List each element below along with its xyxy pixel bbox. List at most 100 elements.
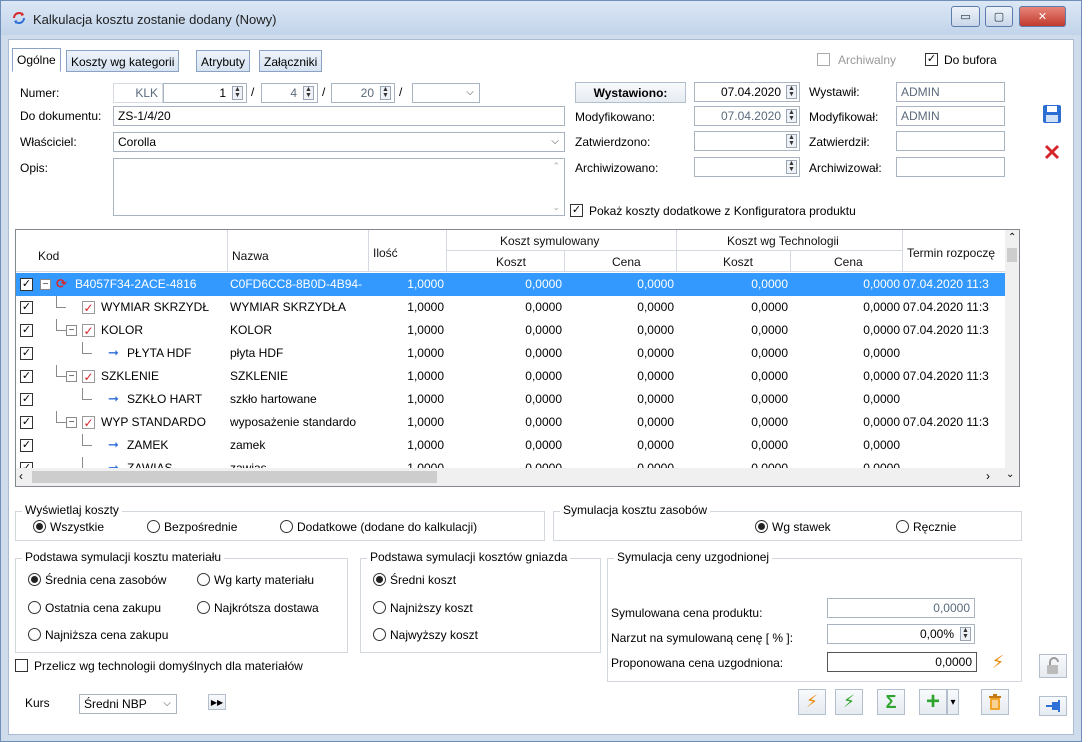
- header-kt-koszt[interactable]: Koszt: [723, 255, 753, 269]
- table-row[interactable]: ✓ ➞ SZKŁO HART szkło hartowane 1,0000 0,0000 0…: [16, 388, 1006, 411]
- tree-expander[interactable]: −: [40, 279, 51, 290]
- najnizsza-cena-zakupu-radio[interactable]: [28, 628, 41, 641]
- sum-button[interactable]: Σ: [877, 689, 905, 715]
- table-row[interactable]: ✓ − ✓ WYP STANDARDO wyposażenie standardo 1,0…: [16, 411, 1006, 434]
- wystawiono-date-field[interactable]: 07.04.2020 ▲ ▼: [694, 82, 800, 102]
- scroll-thumb[interactable]: [1007, 248, 1017, 262]
- kurs-forward-button[interactable]: ▶▶: [208, 694, 226, 710]
- scroll-down-icon[interactable]: ⌄: [552, 202, 560, 213]
- row-checkbox[interactable]: ✓: [20, 416, 33, 429]
- scroll-thumb[interactable]: [32, 471, 437, 483]
- header-ilosc[interactable]: Ilość: [373, 246, 398, 260]
- cancel-button[interactable]: [1039, 140, 1064, 164]
- modyfikowano-date-field[interactable]: 07.04.2020 ▲ ▼: [694, 106, 800, 126]
- header-kt-cena[interactable]: Cena: [834, 255, 863, 269]
- tree-expander[interactable]: −: [66, 325, 77, 336]
- header-ks-cena[interactable]: Cena: [612, 255, 641, 269]
- simulate-button[interactable]: ⚡: [798, 689, 826, 715]
- sredni-koszt-radio[interactable]: [373, 573, 386, 586]
- vertical-scrollbar[interactable]: ⌃: [1005, 230, 1019, 468]
- header-termin[interactable]: Termin rozpoczę: [907, 246, 995, 260]
- row-checkbox[interactable]: ✓: [20, 301, 33, 314]
- ostatnia-cena-zakupu-radio[interactable]: [28, 601, 41, 614]
- tree-expander[interactable]: −: [66, 417, 77, 428]
- table-row[interactable]: ✓ ➞ PŁYTA HDF płyta HDF 1,0000 0,0000 0,0000 0,…: [16, 342, 1006, 365]
- numer-suffix-select[interactable]: ⌵: [412, 83, 480, 103]
- maximize-button[interactable]: ▢: [985, 6, 1013, 27]
- delete-button[interactable]: [981, 689, 1009, 715]
- table-row[interactable]: ✓ ➞ ZAMEK zamek 1,0000 0,0000 0,0000 0,0000 0,00…: [16, 434, 1006, 457]
- header-koszt-symulowany[interactable]: Koszt symulowany: [500, 234, 599, 248]
- archiwalny-checkbox[interactable]: [817, 53, 830, 66]
- table-row[interactable]: ✓ − ✓ KOLOR KOLOR 1,0000 0,0000 0,0000 0,0000 0,0…: [16, 319, 1006, 342]
- calculate-price-button[interactable]: ⚡: [984, 649, 1012, 675]
- minimize-button[interactable]: ▭: [951, 6, 980, 27]
- numer-year-spinner[interactable]: ▲ ▼: [380, 86, 391, 100]
- pokaz-koszty-checkbox[interactable]: ✓: [570, 204, 583, 217]
- numer-month-spinner[interactable]: ▲ ▼: [303, 86, 314, 100]
- tab-ogolne[interactable]: Ogólne: [12, 48, 61, 72]
- row-checkbox[interactable]: ✓: [20, 347, 33, 360]
- wyswietlaj-wszystkie-radio[interactable]: [33, 520, 46, 533]
- add-button[interactable]: +: [919, 689, 947, 715]
- najnizszy-koszt-radio[interactable]: [373, 601, 386, 614]
- wg-stawek-radio[interactable]: [755, 520, 768, 533]
- do-bufora-checkbox[interactable]: ✓: [925, 53, 938, 66]
- horizontal-scrollbar[interactable]: ‹ › ⌄: [16, 468, 1019, 486]
- do-dokumentu-field[interactable]: ZS-1/4/20: [113, 106, 565, 126]
- numer-no-spinner[interactable]: ▲ ▼: [232, 86, 243, 100]
- opis-textarea[interactable]: ⌃ ⌄: [113, 158, 565, 216]
- przelicz-checkbox[interactable]: [15, 659, 28, 672]
- table-row[interactable]: ✓ − ✓ SZKLENIE SZKLENIE 1,0000 0,0000 0,0000 0,0…: [16, 365, 1006, 388]
- wlasciciel-select[interactable]: Corolla ⌵: [113, 132, 565, 152]
- save-button[interactable]: [1039, 102, 1064, 126]
- tab-zalaczniki[interactable]: Załączniki: [259, 50, 323, 72]
- scroll-right-icon[interactable]: ›: [986, 469, 990, 483]
- row-checkbox[interactable]: ✓: [20, 324, 33, 337]
- header-kod[interactable]: Kod: [38, 249, 59, 263]
- numer-no-field[interactable]: 1 ▲ ▼: [163, 83, 247, 103]
- tree-expander[interactable]: −: [66, 371, 77, 382]
- table-row[interactable]: ✓ − ⟳ B4057F34-2ACE-4816 C0FD6CC8-8B0D-4B94-…: [16, 273, 1006, 296]
- pin-button[interactable]: [1039, 696, 1067, 716]
- zatwierdzono-spinner[interactable]: ▲ ▼: [786, 134, 797, 148]
- scroll-up-icon[interactable]: ⌃: [552, 161, 560, 172]
- wystawiono-button[interactable]: Wystawiono:: [575, 82, 686, 103]
- najwyzszy-koszt-radio[interactable]: [373, 628, 386, 641]
- numer-month-field[interactable]: 4 ▲ ▼: [261, 83, 318, 103]
- header-koszt-wg-technologii[interactable]: Koszt wg Technologii: [727, 234, 839, 248]
- numer-prefix-field[interactable]: KLK: [113, 83, 163, 103]
- zatwierdzono-date-field[interactable]: ▲ ▼: [694, 131, 800, 151]
- wystawiono-spinner[interactable]: ▲ ▼: [786, 85, 797, 99]
- header-ks-koszt[interactable]: Koszt: [496, 255, 526, 269]
- narzut-spinner[interactable]: ▲ ▼: [960, 627, 971, 641]
- tab-koszty-wg-kategorii[interactable]: Koszty wg kategorii: [66, 50, 180, 72]
- scroll-down-icon[interactable]: ⌄: [1006, 469, 1014, 480]
- archiwizowano-spinner[interactable]: ▲ ▼: [786, 160, 797, 174]
- row-checkbox[interactable]: ✓: [20, 393, 33, 406]
- najkrotsza-dostawa-radio[interactable]: [197, 601, 210, 614]
- table-row[interactable]: ✓ ✓ WYMIAR SKRZYDŁ WYMIAR SKRZYDŁA 1,0000 0,0…: [16, 296, 1006, 319]
- wg-karty-materialu-radio[interactable]: [197, 573, 210, 586]
- narzut-field[interactable]: 0,00% ▲ ▼: [827, 624, 975, 644]
- tab-atrybuty[interactable]: Atrybuty: [196, 50, 251, 72]
- row-checkbox[interactable]: ✓: [20, 439, 33, 452]
- wyswietlaj-dodatkowe-radio[interactable]: [280, 520, 293, 533]
- header-nazwa[interactable]: Nazwa: [232, 249, 269, 263]
- recznie-radio[interactable]: [896, 520, 909, 533]
- modyfikowano-spinner[interactable]: ▲ ▼: [786, 109, 797, 123]
- archiwizowano-date-field[interactable]: ▲ ▼: [694, 157, 800, 177]
- lock-button[interactable]: [1039, 654, 1067, 678]
- scroll-up-icon[interactable]: ⌃: [1008, 232, 1016, 243]
- proponowana-cena-field[interactable]: 0,0000: [827, 652, 977, 672]
- wyswietlaj-bezposrednie-radio[interactable]: [147, 520, 160, 533]
- srednia-cena-zasobow-radio[interactable]: [28, 573, 41, 586]
- row-checkbox[interactable]: ✓: [20, 278, 33, 291]
- kurs-select[interactable]: Średni NBP ⌵: [79, 694, 177, 714]
- scroll-left-icon[interactable]: ‹: [19, 469, 23, 483]
- cost-grid[interactable]: Kod Nazwa Ilość Koszt symulowany Koszt w…: [15, 229, 1020, 487]
- add-dropdown-button[interactable]: ▾: [947, 689, 959, 715]
- close-button[interactable]: ✕: [1019, 6, 1066, 27]
- row-checkbox[interactable]: ✓: [20, 370, 33, 383]
- numer-year-field[interactable]: 20 ▲ ▼: [331, 83, 395, 103]
